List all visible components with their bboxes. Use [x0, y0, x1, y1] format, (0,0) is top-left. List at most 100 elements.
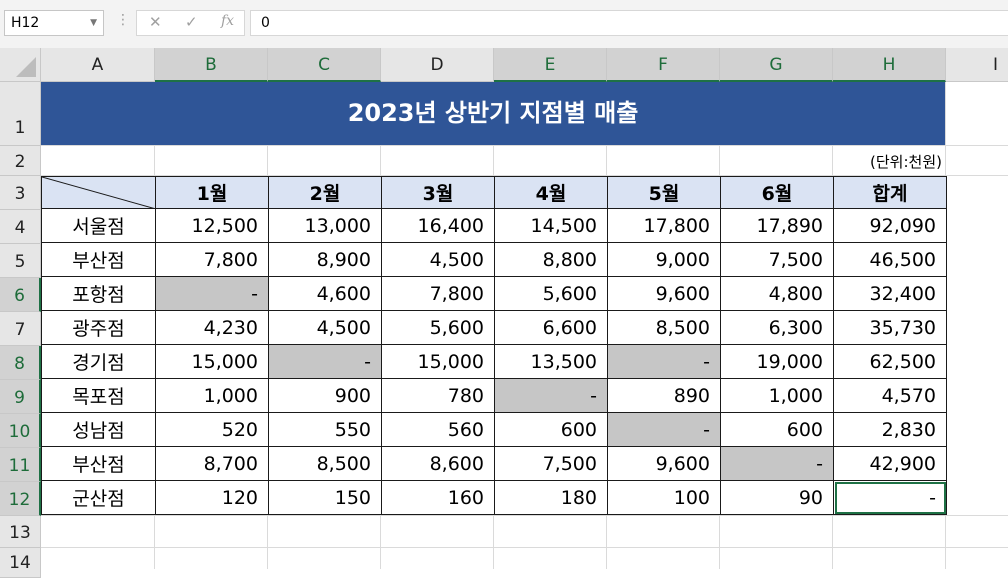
row-header-11[interactable]: 11: [0, 448, 41, 482]
value-cell[interactable]: 7,800: [381, 276, 495, 311]
value-cell[interactable]: 150: [268, 480, 382, 515]
more-icon[interactable]: ⋮: [116, 12, 130, 28]
value-cell[interactable]: 8,700: [155, 446, 269, 481]
value-cell[interactable]: 890: [607, 378, 721, 413]
col-header-g[interactable]: G: [720, 48, 833, 82]
sheet-title[interactable]: 2023년 상반기 지점별 매출: [41, 82, 945, 145]
row-header-3[interactable]: 3: [0, 176, 41, 210]
total-cell[interactable]: 46,500: [833, 242, 947, 277]
active-total-cell[interactable]: -: [833, 480, 947, 515]
value-cell[interactable]: 1,000: [720, 378, 834, 413]
total-cell[interactable]: 92,090: [833, 208, 947, 243]
header-total[interactable]: 합계: [833, 176, 947, 209]
col-header-h[interactable]: H: [833, 48, 946, 82]
value-cell[interactable]: 17,800: [607, 208, 721, 243]
header-month-1[interactable]: 1월: [155, 176, 269, 209]
col-header-a[interactable]: A: [41, 48, 155, 82]
value-cell[interactable]: 9,000: [607, 242, 721, 277]
branch-name-cell[interactable]: 부산점: [41, 446, 156, 481]
value-cell[interactable]: 100: [607, 480, 721, 515]
value-cell[interactable]: 180: [494, 480, 608, 515]
branch-name-cell[interactable]: 서울점: [41, 208, 156, 243]
name-box[interactable]: H12 ▼: [4, 10, 104, 36]
row-header-10[interactable]: 10: [0, 414, 41, 448]
row-header-6[interactable]: 6: [0, 278, 41, 312]
enter-icon[interactable]: ✓: [185, 13, 198, 31]
cancel-icon[interactable]: ✕: [149, 13, 162, 31]
blank-value-cell[interactable]: -: [720, 446, 834, 481]
blank-value-cell[interactable]: -: [155, 276, 269, 311]
value-cell[interactable]: 600: [494, 412, 608, 447]
branch-name-cell[interactable]: 광주점: [41, 310, 156, 345]
value-cell[interactable]: 9,600: [607, 276, 721, 311]
branch-name-cell[interactable]: 성남점: [41, 412, 156, 447]
total-cell[interactable]: 35,730: [833, 310, 947, 345]
branch-name-cell[interactable]: 경기점: [41, 344, 156, 379]
value-cell[interactable]: 4,500: [381, 242, 495, 277]
value-cell[interactable]: 13,000: [268, 208, 382, 243]
unit-label[interactable]: (단위:천원): [833, 146, 945, 176]
value-cell[interactable]: 5,600: [381, 310, 495, 345]
value-cell[interactable]: 7,500: [720, 242, 834, 277]
col-header-f[interactable]: F: [607, 48, 720, 82]
formula-input[interactable]: 0: [250, 10, 1008, 36]
header-month-6[interactable]: 6월: [720, 176, 834, 209]
total-cell[interactable]: 32,400: [833, 276, 947, 311]
diagonal-corner-cell[interactable]: [41, 176, 156, 209]
value-cell[interactable]: 19,000: [720, 344, 834, 379]
row-header-5[interactable]: 5: [0, 244, 41, 278]
value-cell[interactable]: 520: [155, 412, 269, 447]
value-cell[interactable]: 6,600: [494, 310, 608, 345]
insert-function-icon[interactable]: fx: [221, 13, 234, 29]
header-month-5[interactable]: 5월: [607, 176, 721, 209]
value-cell[interactable]: 560: [381, 412, 495, 447]
header-month-4[interactable]: 4월: [494, 176, 608, 209]
blank-value-cell[interactable]: -: [607, 412, 721, 447]
value-cell[interactable]: 13,500: [494, 344, 608, 379]
value-cell[interactable]: 90: [720, 480, 834, 515]
row-header-1[interactable]: 1: [0, 82, 41, 146]
col-header-c[interactable]: C: [268, 48, 381, 82]
value-cell[interactable]: 7,800: [155, 242, 269, 277]
value-cell[interactable]: 7,500: [494, 446, 608, 481]
value-cell[interactable]: 160: [381, 480, 495, 515]
row-header-8[interactable]: 8: [0, 346, 41, 380]
value-cell[interactable]: 8,600: [381, 446, 495, 481]
value-cell[interactable]: 8,800: [494, 242, 608, 277]
value-cell[interactable]: 600: [720, 412, 834, 447]
value-cell[interactable]: 900: [268, 378, 382, 413]
branch-name-cell[interactable]: 포항점: [41, 276, 156, 311]
branch-name-cell[interactable]: 군산점: [41, 480, 156, 515]
value-cell[interactable]: 4,500: [268, 310, 382, 345]
blank-value-cell[interactable]: -: [268, 344, 382, 379]
col-header-b[interactable]: B: [155, 48, 268, 82]
value-cell[interactable]: 4,230: [155, 310, 269, 345]
row-header-13[interactable]: 13: [0, 516, 41, 548]
header-month-2[interactable]: 2월: [268, 176, 382, 209]
total-cell[interactable]: 62,500: [833, 344, 947, 379]
value-cell[interactable]: 9,600: [607, 446, 721, 481]
chevron-down-icon[interactable]: ▼: [90, 11, 97, 35]
row-header-9[interactable]: 9: [0, 380, 41, 414]
header-month-3[interactable]: 3월: [381, 176, 495, 209]
branch-name-cell[interactable]: 부산점: [41, 242, 156, 277]
value-cell[interactable]: 8,500: [268, 446, 382, 481]
value-cell[interactable]: 780: [381, 378, 495, 413]
value-cell[interactable]: 14,500: [494, 208, 608, 243]
value-cell[interactable]: 17,890: [720, 208, 834, 243]
value-cell[interactable]: 8,500: [607, 310, 721, 345]
row-header-4[interactable]: 4: [0, 210, 41, 244]
total-cell[interactable]: 2,830: [833, 412, 947, 447]
value-cell[interactable]: 15,000: [381, 344, 495, 379]
value-cell[interactable]: 8,900: [268, 242, 382, 277]
col-header-d[interactable]: D: [381, 48, 494, 82]
blank-value-cell[interactable]: -: [494, 378, 608, 413]
row-header-12[interactable]: 12: [0, 482, 41, 516]
blank-value-cell[interactable]: -: [607, 344, 721, 379]
total-cell[interactable]: 42,900: [833, 446, 947, 481]
select-all-corner[interactable]: [0, 48, 41, 82]
row-header-14[interactable]: 14: [0, 548, 41, 578]
branch-name-cell[interactable]: 목포점: [41, 378, 156, 413]
value-cell[interactable]: 1,000: [155, 378, 269, 413]
row-header-2[interactable]: 2: [0, 146, 41, 176]
